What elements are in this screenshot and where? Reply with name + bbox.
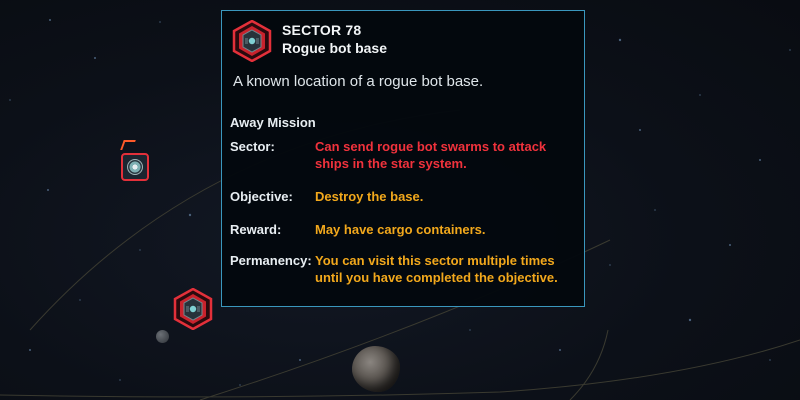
mission-heading: Away Mission	[230, 115, 316, 130]
asteroid[interactable]	[352, 346, 400, 392]
row-label: Reward:	[230, 222, 282, 237]
sector-title: SECTOR 78	[282, 22, 362, 38]
row-label: Objective:	[230, 189, 293, 204]
row-label: Permanency:	[230, 253, 312, 268]
small-planet[interactable]	[156, 330, 169, 343]
sector-description: A known location of a rogue bot base.	[233, 73, 484, 90]
hexagon-bot-icon	[173, 288, 213, 330]
sector-tooltip: SECTOR 78 Rogue bot base A known locatio…	[221, 10, 585, 307]
ship-icon	[127, 159, 143, 175]
row-value: You can visit this sector multiple times…	[315, 253, 558, 285]
rogue-bot-base-icon	[232, 20, 272, 62]
ship-marker[interactable]	[121, 153, 149, 181]
galaxy-map-scene[interactable]: SECTOR 78 Rogue bot base A known locatio…	[0, 0, 800, 400]
row-value: Can send rogue bot swarms to attack ship…	[315, 139, 547, 171]
row-value: May have cargo containers.	[315, 222, 486, 237]
row-value: Destroy the base.	[315, 189, 424, 204]
rogue-bot-base-marker[interactable]	[173, 288, 213, 330]
row-label: Sector:	[230, 139, 275, 154]
sector-subtitle: Rogue bot base	[282, 40, 388, 56]
